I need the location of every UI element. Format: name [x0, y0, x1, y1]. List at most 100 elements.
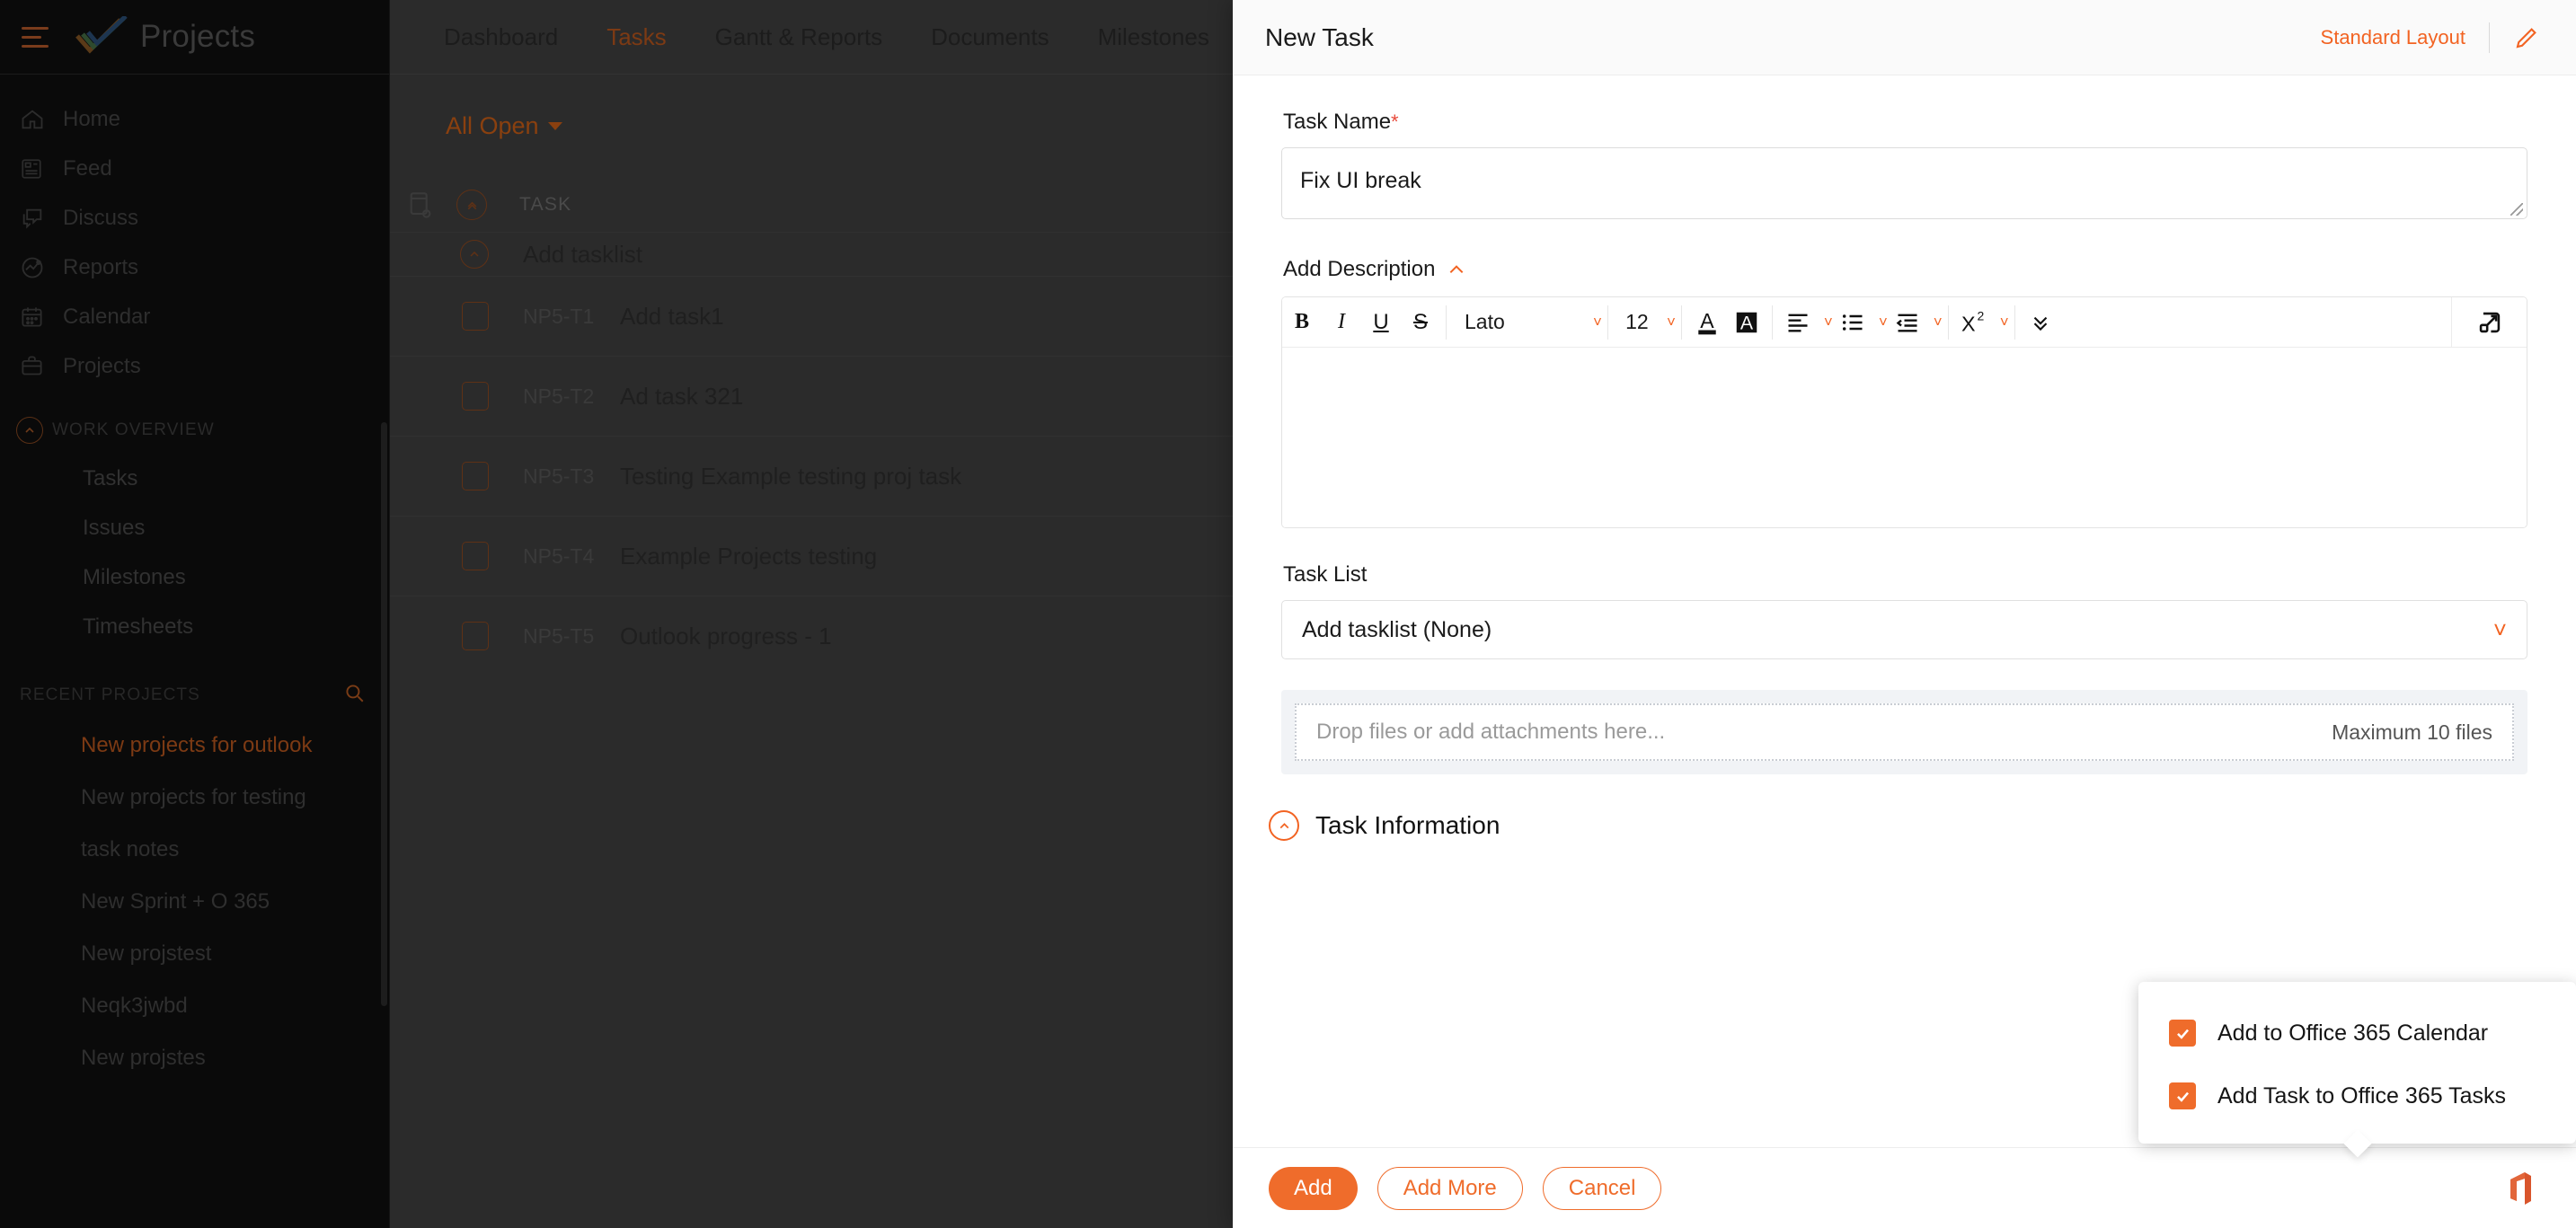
task-checkbox[interactable] [462, 382, 489, 411]
description-header[interactable]: Add Description [1283, 257, 2540, 282]
modal-header-actions: Standard Layout [2321, 22, 2540, 53]
chevron-down-icon: ˅ [2492, 616, 2507, 643]
discuss-icon [20, 206, 56, 231]
task-information-section-header[interactable]: Task Information [1269, 810, 2540, 841]
chevron-up-circle-icon[interactable] [460, 240, 489, 269]
sidebar-item-discuss[interactable]: Discuss [0, 193, 389, 243]
search-icon[interactable] [342, 681, 366, 710]
chevron-down-icon[interactable]: ˅ [1593, 314, 1602, 330]
align-left-icon[interactable] [1778, 297, 1818, 348]
sidebar-item-calendar[interactable]: Calendar [0, 292, 389, 341]
tab-label: Gantt & Reports [714, 22, 883, 50]
expand-editor-icon[interactable] [2451, 297, 2527, 348]
home-icon [20, 107, 56, 132]
recent-project-item[interactable]: Neqk3jwbd [0, 980, 389, 1032]
strikethrough-button[interactable]: S [1401, 297, 1440, 348]
font-name-select[interactable]: Lato [1452, 297, 1587, 348]
recent-project-label: New Sprint + O 365 [81, 889, 270, 914]
task-list-select[interactable]: Add tasklist (None) ˅ [1281, 600, 2527, 659]
required-marker: * [1391, 110, 1399, 133]
chevron-down-icon[interactable]: ˅ [2000, 314, 2009, 330]
recent-project-label: New projects for outlook [81, 733, 313, 757]
label-text: Task Name [1283, 110, 1392, 134]
feed-icon [20, 156, 56, 181]
recent-project-item[interactable]: New projects for outlook [0, 720, 389, 772]
chevron-down-icon[interactable]: ˅ [1934, 314, 1943, 330]
recent-project-item[interactable]: New Sprint + O 365 [0, 876, 389, 928]
chevron-up-circle-icon[interactable] [1269, 810, 1299, 841]
tab-tasks[interactable]: Tasks [606, 23, 666, 51]
chevron-down-icon[interactable]: ˅ [1824, 314, 1833, 330]
text-highlight-icon[interactable]: A [1727, 297, 1766, 348]
modal-footer: Add Add More Cancel [1233, 1147, 2576, 1228]
sidebar-section-work-overview[interactable]: WORK OVERVIEW [0, 407, 389, 454]
task-checkbox[interactable] [462, 622, 489, 650]
task-checkbox[interactable] [462, 462, 489, 490]
sidebar-section-recent-projects: RECENT PROJECTS [0, 671, 389, 720]
recent-project-item[interactable]: task notes [0, 824, 389, 876]
indent-icon[interactable] [1888, 297, 1927, 348]
add-more-button[interactable]: Add More [1377, 1166, 1523, 1210]
tab-documents[interactable]: Documents [931, 23, 1049, 51]
font-size-select[interactable]: 12 [1614, 297, 1660, 348]
sidebar-item-label: Reports [63, 254, 139, 279]
hamburger-icon[interactable] [22, 25, 52, 49]
recent-project-item[interactable]: New projstes [0, 1032, 389, 1084]
sidebar-item-home[interactable]: Home [0, 94, 389, 144]
bullet-list-icon[interactable] [1833, 297, 1872, 348]
underline-button[interactable]: U [1361, 297, 1401, 348]
recent-project-item[interactable]: New projstest [0, 928, 389, 980]
reports-icon [20, 255, 56, 280]
sidebar-item-tasks[interactable]: Tasks [0, 454, 389, 503]
grid-settings-icon[interactable] [406, 190, 437, 220]
chevron-down-icon[interactable]: ˅ [1879, 314, 1888, 330]
add-button[interactable]: Add [1269, 1166, 1358, 1210]
tab-gantt-reports[interactable]: Gantt & Reports [715, 23, 882, 51]
description-label: Add Description [1283, 257, 1436, 281]
sidebar-item-feed[interactable]: Feed [0, 144, 389, 193]
task-code: NP5-T4 [523, 543, 595, 568]
sidebar-scrollbar[interactable] [381, 422, 387, 1006]
sidebar-item-projects[interactable]: Projects [0, 341, 389, 391]
task-checkbox[interactable] [462, 542, 489, 570]
font-color-icon[interactable]: A [1687, 297, 1727, 348]
resize-grip-icon[interactable] [2510, 203, 2523, 216]
chevron-down-icon[interactable]: ˅ [1667, 314, 1676, 330]
divider [2489, 22, 2490, 53]
description-textarea[interactable] [1282, 348, 2527, 527]
office-365-icon[interactable] [2501, 1169, 2540, 1208]
sidebar-item-label: Home [63, 106, 121, 131]
section-title: RECENT PROJECTS [20, 685, 200, 704]
pencil-icon[interactable] [2513, 24, 2540, 51]
collapse-all-icon[interactable] [456, 190, 487, 220]
svg-text:2: 2 [1977, 310, 1984, 323]
zoho-projects-check-logo [74, 14, 129, 57]
superscript-icon[interactable]: X2 [1954, 297, 1994, 348]
sidebar-item-timesheets[interactable]: Timesheets [0, 602, 389, 651]
cancel-button[interactable]: Cancel [1542, 1166, 1662, 1210]
attachment-dropzone[interactable]: Drop files or add attachments here... Ma… [1295, 703, 2514, 761]
task-checkbox[interactable] [462, 302, 489, 331]
tab-label: Tasks [606, 22, 667, 50]
menu-item-add-task-to-tasks[interactable]: Add Task to Office 365 Tasks [2138, 1065, 2576, 1127]
tab-milestones[interactable]: Milestones [1098, 23, 1209, 51]
sidebar-item-milestones[interactable]: Milestones [0, 552, 389, 602]
menu-item-add-to-calendar[interactable]: Add to Office 365 Calendar [2138, 1002, 2576, 1065]
tab-dashboard[interactable]: Dashboard [444, 23, 558, 51]
menu-item-label: Add Task to Office 365 Tasks [2217, 1082, 2507, 1109]
calendar-icon [20, 305, 56, 330]
divider [1680, 305, 1682, 340]
sidebar-item-issues[interactable]: Issues [0, 503, 389, 552]
bold-button[interactable]: B [1282, 297, 1322, 348]
font-size-value: 12 [1625, 310, 1649, 333]
task-name-input[interactable]: Fix UI break [1281, 147, 2527, 219]
chevron-double-down-icon[interactable] [2021, 297, 2060, 348]
italic-button[interactable]: I [1322, 297, 1361, 348]
recent-project-item[interactable]: New projects for testing [0, 772, 389, 824]
chevron-up-icon[interactable] [1447, 263, 1465, 276]
filter-all-open-dropdown[interactable]: All Open [446, 112, 562, 140]
sidebar-item-reports[interactable]: Reports [0, 243, 389, 292]
checkmark-icon[interactable] [2169, 1020, 2196, 1047]
checkmark-icon[interactable] [2169, 1082, 2196, 1109]
standard-layout-link[interactable]: Standard Layout [2321, 26, 2465, 49]
